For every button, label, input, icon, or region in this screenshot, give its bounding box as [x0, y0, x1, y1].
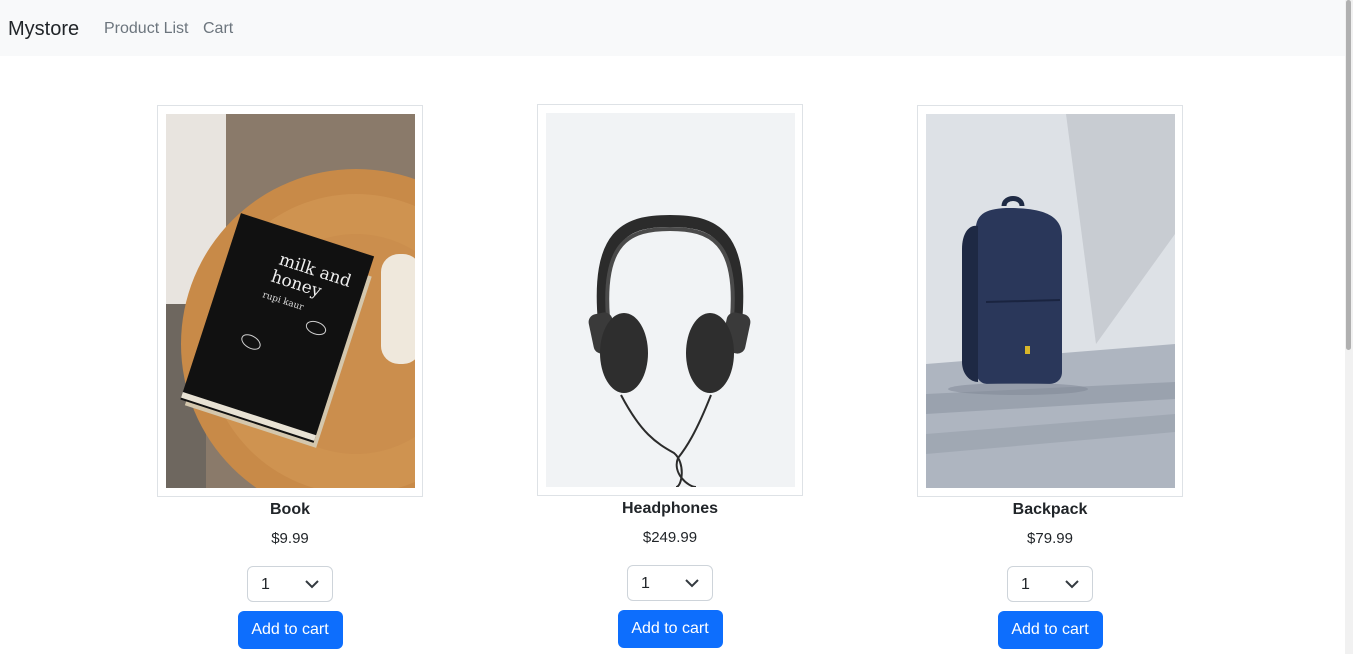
- quantity-value: 1: [1021, 576, 1030, 593]
- chevron-down-icon: [1065, 580, 1079, 589]
- chevron-down-icon: [305, 580, 319, 589]
- product-card-backpack: Backpack $79.99 1 Add to cart: [917, 105, 1183, 649]
- add-to-cart-button[interactable]: Add to cart: [617, 610, 723, 648]
- quantity-value: 1: [261, 576, 270, 593]
- product-price: $79.99: [1027, 530, 1073, 547]
- product-price: $9.99: [271, 530, 309, 547]
- page-scrollbar[interactable]: [1345, 0, 1353, 654]
- nav-cart-link[interactable]: Cart: [203, 19, 233, 39]
- product-name: Book: [270, 501, 310, 518]
- product-name: Headphones: [621, 500, 718, 517]
- brand-link[interactable]: Mystore: [8, 16, 79, 42]
- quantity-select[interactable]: 1: [627, 565, 713, 601]
- book-image: milk and honey rupi kaur: [166, 114, 415, 488]
- quantity-select[interactable]: 1: [1007, 566, 1093, 602]
- product-card-headphones: Headphones $249.99 1 Add to cart: [537, 104, 803, 648]
- product-card-book: milk and honey rupi kaur Book $9.99 1 Ad…: [157, 105, 423, 649]
- top-navbar: Mystore Product List Cart: [0, 0, 1345, 56]
- product-image-frame: milk and honey rupi kaur: [157, 105, 423, 497]
- quantity-select[interactable]: 1: [247, 566, 333, 602]
- product-image-frame: [537, 104, 803, 496]
- quantity-value: 1: [641, 575, 650, 592]
- product-price: $249.99: [642, 529, 698, 546]
- product-image-frame: [917, 105, 1183, 497]
- product-name: Backpack: [1012, 501, 1088, 518]
- add-to-cart-button[interactable]: Add to cart: [997, 611, 1103, 649]
- backpack-image: [926, 114, 1175, 488]
- chevron-down-icon: [685, 579, 699, 588]
- nav-product-list-link[interactable]: Product List: [104, 19, 188, 39]
- add-to-cart-button[interactable]: Add to cart: [237, 611, 343, 649]
- scrollbar-thumb[interactable]: [1346, 0, 1351, 350]
- headphones-image: [546, 113, 795, 487]
